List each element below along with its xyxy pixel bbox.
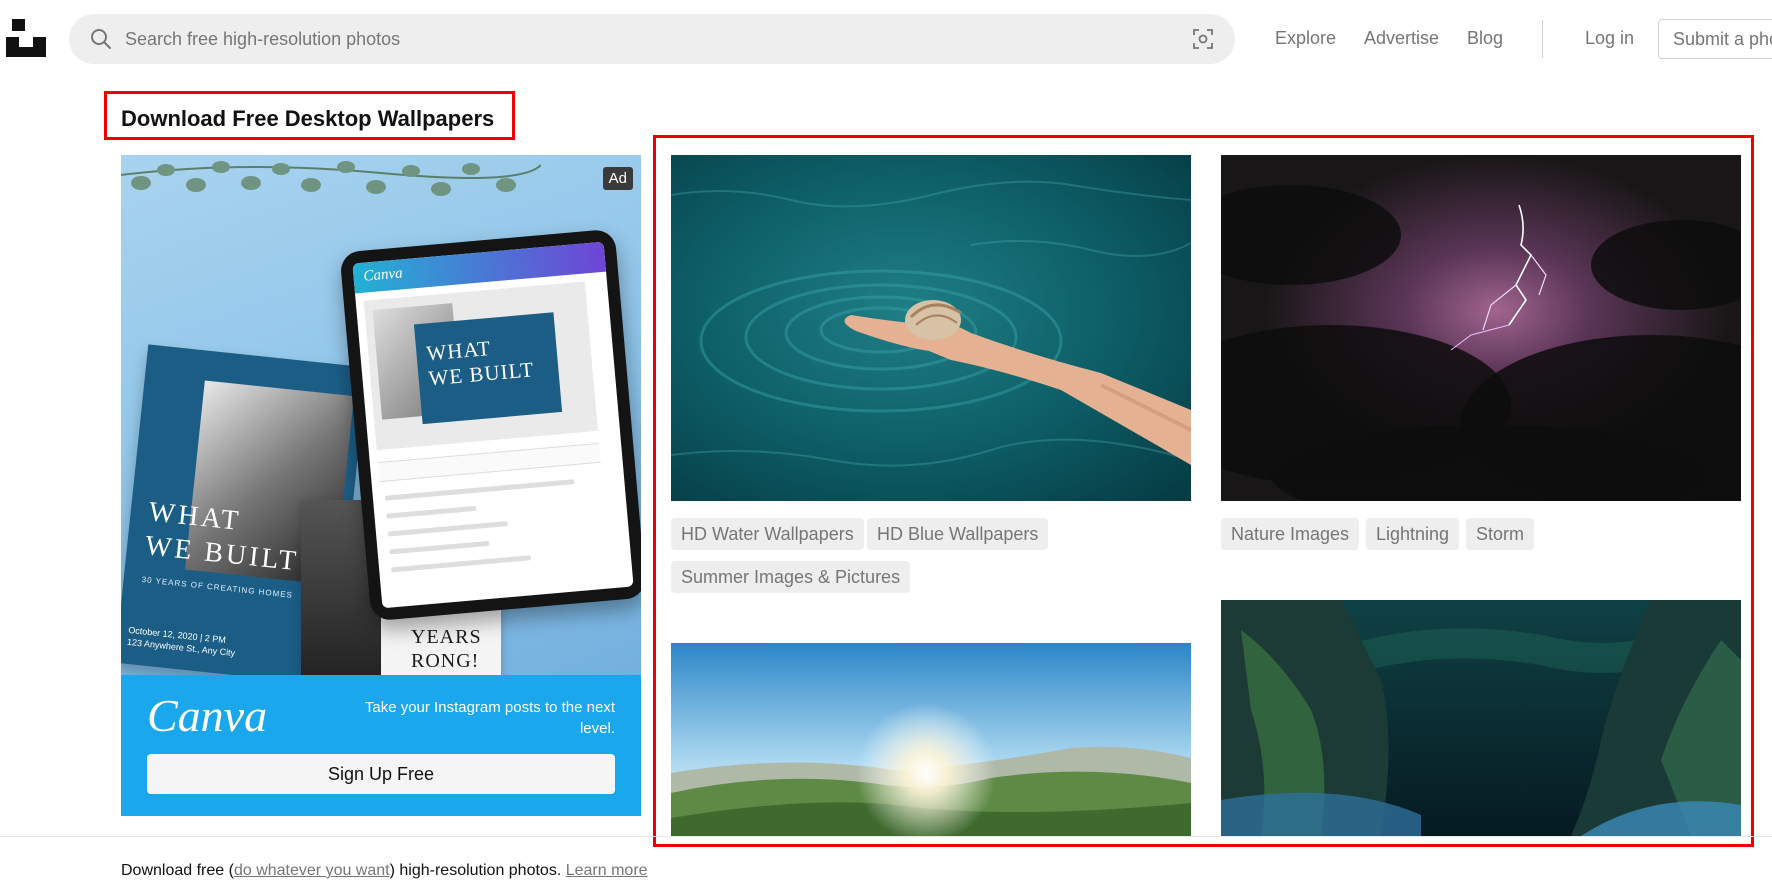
ad-badge: Ad bbox=[602, 167, 633, 190]
visual-search-icon[interactable] bbox=[1191, 27, 1215, 51]
top-navbar: Explore Advertise Blog Log in Submit a p… bbox=[0, 0, 1772, 76]
unsplash-logo-icon[interactable] bbox=[6, 17, 46, 57]
tablet-box-title: WHAT WE BUILT bbox=[425, 335, 536, 391]
eucalyptus-leaves-image bbox=[121, 161, 541, 196]
tablet-ui-line bbox=[387, 521, 508, 537]
tablet-ui-line bbox=[386, 505, 477, 519]
search-bar[interactable] bbox=[69, 14, 1235, 64]
poster-date: October 12, 2020 | 2 PM 123 Anywhere St.… bbox=[126, 624, 236, 659]
sign-up-free-button[interactable]: Sign Up Free bbox=[147, 754, 615, 794]
tablet-canvas: WHAT WE BUILT bbox=[363, 281, 598, 451]
ad-tagline: Take your Instagram posts to the next le… bbox=[364, 699, 615, 737]
license-link[interactable]: do whatever you want bbox=[234, 862, 390, 879]
tablet-toolbar bbox=[377, 442, 601, 483]
title-highlight-box bbox=[104, 91, 515, 140]
card-text: YEARS RONG! bbox=[411, 626, 482, 672]
nav-advertise-link[interactable]: Advertise bbox=[1364, 28, 1439, 49]
tablet-ui-line bbox=[391, 555, 531, 573]
nav-explore-link[interactable]: Explore bbox=[1275, 28, 1336, 49]
tablet-screen: Canva WHAT WE BUILT bbox=[352, 241, 634, 609]
ad-tablet-mockup: Canva WHAT WE BUILT bbox=[339, 228, 641, 622]
nav-blog-link[interactable]: Blog bbox=[1467, 28, 1503, 49]
canva-logo[interactable]: Canva bbox=[147, 689, 267, 742]
ad-image[interactable]: WHAT WE BUILT 30 YEARS OF CREATING HOMES… bbox=[121, 155, 641, 675]
photo-grid-highlight-box bbox=[653, 135, 1754, 847]
ad-cta-panel: Canva Take your Instagram posts to the n… bbox=[121, 675, 641, 816]
footer-text: Download free (do whatever you want) hig… bbox=[121, 862, 648, 879]
search-input[interactable] bbox=[125, 14, 1125, 64]
nav-divider bbox=[1542, 20, 1543, 58]
tablet-ui-line bbox=[389, 540, 490, 555]
search-icon[interactable] bbox=[89, 27, 113, 51]
submit-photo-button[interactable]: Submit a photo bbox=[1658, 19, 1772, 59]
tablet-ui-line bbox=[384, 479, 575, 501]
canva-ad[interactable]: WHAT WE BUILT 30 YEARS OF CREATING HOMES… bbox=[121, 155, 641, 816]
learn-more-link[interactable]: Learn more bbox=[566, 862, 648, 879]
login-link[interactable]: Log in bbox=[1585, 28, 1634, 49]
poster-subtitle: 30 YEARS OF CREATING HOMES bbox=[141, 574, 294, 600]
tablet-design-box: WHAT WE BUILT bbox=[413, 312, 563, 425]
footer-divider bbox=[0, 836, 1772, 837]
